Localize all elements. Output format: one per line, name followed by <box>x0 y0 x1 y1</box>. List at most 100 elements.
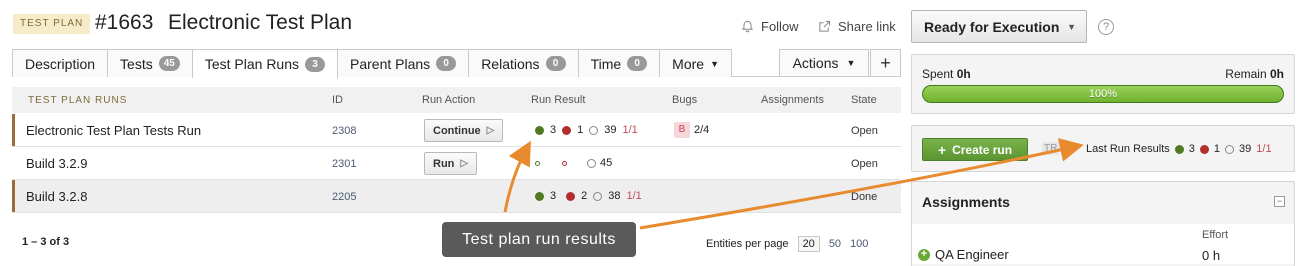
tab-test-plan-runs[interactable]: Test Plan Runs 3 <box>191 49 339 78</box>
not-run-icon <box>593 191 603 201</box>
passed-count: 3 <box>550 190 557 202</box>
passed-icon <box>1174 144 1184 154</box>
state-value[interactable]: Open <box>851 125 878 137</box>
assignments-title: Assignments <box>922 194 1010 210</box>
run-id[interactable]: 2308 <box>332 125 356 137</box>
table-row[interactable]: Build 3.2.9 2301 Run ▷ 45 Open <box>12 147 901 180</box>
tab-relations[interactable]: Relations 0 <box>468 49 579 77</box>
bell-icon <box>741 20 754 33</box>
state-dropdown-button[interactable]: Ready for Execution ▼ <box>911 10 1087 43</box>
play-icon: ▷ <box>460 158 469 169</box>
last-run-label: Last Run Results <box>1086 143 1170 155</box>
role-effort[interactable]: 0 h <box>1202 248 1220 263</box>
caret-down-icon: ▼ <box>846 58 856 68</box>
count-badge: 0 <box>627 56 648 71</box>
state-value[interactable]: Open <box>851 158 878 170</box>
last-run-results[interactable]: Last Run Results 3 1 39 1/1 <box>1086 143 1272 155</box>
tab-label: More <box>672 55 705 72</box>
table-row[interactable]: Build 3.2.8 2205 3 2 38 1/1 Done <box>12 180 901 213</box>
col-header-test-plan-runs[interactable]: TEST PLAN RUNS <box>28 95 127 106</box>
share-link-button[interactable]: Share link <box>818 19 896 34</box>
create-run-label: Create run <box>952 142 1013 157</box>
tab-description[interactable]: Description <box>12 49 109 77</box>
create-run-button[interactable]: + Create run <box>922 138 1028 161</box>
state-value[interactable]: Done <box>851 191 877 203</box>
per-page-option-20[interactable]: 20 <box>797 236 820 252</box>
tab-tests[interactable]: Tests 45 <box>107 49 193 77</box>
blocked-count: 1/1 <box>626 190 642 202</box>
not-run-count: 45 <box>600 157 613 169</box>
run-id[interactable]: 2205 <box>332 191 356 203</box>
table-row[interactable]: Electronic Test Plan Tests Run 2308 Cont… <box>12 114 901 147</box>
add-tab-button[interactable]: + <box>870 49 901 77</box>
follow-button[interactable]: Follow <box>741 19 799 34</box>
button-label: Run <box>433 157 455 170</box>
run-results: 45 <box>535 157 612 169</box>
continue-button[interactable]: Continue ▷ <box>424 119 504 142</box>
remain-value: 0h <box>1269 67 1284 81</box>
run-results: 3 1 39 1/1 <box>535 124 638 136</box>
not-run-count: 39 <box>1239 143 1252 155</box>
entity-type-badge: TEST PLAN <box>13 14 91 34</box>
run-name[interactable]: Build 3.2.9 <box>26 156 87 171</box>
count-badge: 3 <box>305 56 326 72</box>
failed-count: 1 <box>1213 143 1221 155</box>
pagination-range: 1 – 3 of 3 <box>22 236 70 248</box>
col-header-bugs[interactable]: Bugs <box>672 94 697 106</box>
run-name[interactable]: Build 3.2.8 <box>26 189 87 204</box>
spent-value: 0h <box>956 67 971 81</box>
tab-time[interactable]: Time 0 <box>577 49 661 77</box>
passed-icon <box>535 125 544 135</box>
bugs-cell[interactable]: B 2/4 <box>674 122 709 138</box>
per-page-option-100[interactable]: 100 <box>850 238 868 250</box>
col-header-assignments[interactable]: Assignments <box>761 94 824 106</box>
passed-count: 3 <box>1188 143 1195 155</box>
spent-time: Spent 0h <box>922 67 971 81</box>
collapse-icon[interactable]: − <box>1274 196 1285 207</box>
count-badge: 0 <box>545 56 566 71</box>
actions-dropdown[interactable]: Actions ▼ <box>779 49 869 77</box>
share-icon <box>819 20 831 32</box>
tab-more[interactable]: More ▼ <box>659 49 732 77</box>
col-header-run-action[interactable]: Run Action <box>422 94 475 106</box>
spent-label: Spent <box>922 67 954 81</box>
col-header-run-result[interactable]: Run Result <box>531 94 585 106</box>
assignments-body: Effort + QA Engineer 0 h <box>912 224 1294 264</box>
caret-down-icon: ▼ <box>710 58 719 69</box>
failed-count: 2 <box>581 190 588 202</box>
actions-label: Actions <box>792 55 839 71</box>
add-assignee-icon[interactable]: + <box>918 248 930 261</box>
tab-label: Relations <box>481 55 540 72</box>
per-page-selector: Entities per page 20 50 100 <box>706 236 868 252</box>
table-header: TEST PLAN RUNS ID Run Action Run Result … <box>12 87 901 113</box>
bug-icon: B <box>674 122 690 138</box>
follow-label: Follow <box>761 19 799 34</box>
state-label: Ready for Execution <box>924 18 1060 35</box>
run-button[interactable]: Run ▷ <box>424 152 478 175</box>
runs-panel: + Create run TR Last Run Results 3 1 39 … <box>911 125 1295 172</box>
col-header-state[interactable]: State <box>851 94 877 106</box>
share-label: Share link <box>838 19 896 34</box>
failed-icon <box>566 191 576 201</box>
per-page-option-50[interactable]: 50 <box>829 238 841 250</box>
run-name[interactable]: Electronic Test Plan Tests Run <box>26 123 201 138</box>
help-icon[interactable]: ? <box>1098 19 1114 35</box>
not-run-count: 38 <box>608 190 621 202</box>
tab-parent-plans[interactable]: Parent Plans 0 <box>337 49 470 77</box>
tab-label: Parent Plans <box>350 55 431 72</box>
run-id[interactable]: 2301 <box>332 158 356 170</box>
row-marker <box>12 180 15 212</box>
remain-time: Remain 0h <box>1225 67 1284 81</box>
role-name: QA Engineer <box>935 247 1009 262</box>
failed-icon <box>1199 144 1209 154</box>
assignments-panel: Assignments − Effort + QA Engineer 0 h <box>911 181 1295 266</box>
row-marker <box>12 114 15 146</box>
page-title[interactable]: Electronic Test Plan <box>168 11 352 35</box>
col-header-id[interactable]: ID <box>332 94 343 106</box>
role-row[interactable]: + QA Engineer <box>918 247 1009 262</box>
tab-label: Tests <box>120 55 153 72</box>
time-panel: Spent 0h Remain 0h 100% <box>911 54 1295 114</box>
passed-icon <box>535 160 540 166</box>
effort-header: Effort <box>1202 229 1229 241</box>
plus-icon: + <box>880 52 891 73</box>
